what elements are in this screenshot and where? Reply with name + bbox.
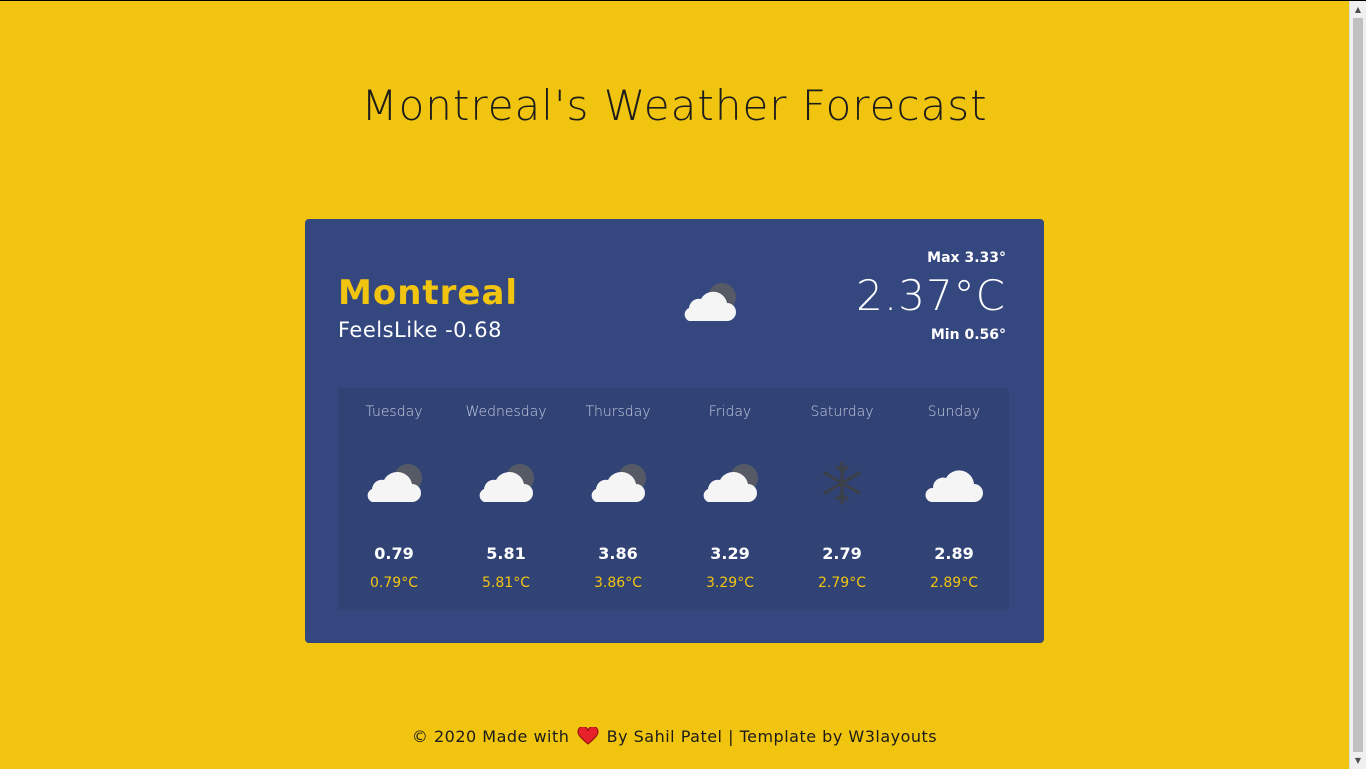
- footer: © 2020 Made with By Sahil Patel | Templa…: [0, 727, 1349, 746]
- footer-text-before: © 2020 Made with: [411, 727, 570, 746]
- day-temp: 0.79°C: [370, 575, 418, 591]
- day-temp: 3.86°C: [594, 575, 642, 591]
- scroll-up-icon[interactable]: ▲: [1350, 1, 1366, 18]
- day-name: Sunday: [927, 404, 981, 420]
- current-temp: 2.37°C: [856, 271, 1006, 320]
- day-value: 2.79: [822, 544, 862, 563]
- max-temp: Max 3.33°: [927, 250, 1006, 266]
- day-name: Tuesday: [365, 404, 423, 420]
- day-name: Wednesday: [465, 404, 547, 420]
- page: Montreal's Weather Forecast Montreal Fee…: [0, 1, 1349, 769]
- partly-cloudy-night-icon: [684, 283, 736, 321]
- day-temp: 5.81°C: [482, 575, 530, 591]
- day-value: 2.89: [934, 544, 974, 563]
- partly-cloudy-night-icon: [703, 464, 758, 502]
- day-value: 0.79: [374, 544, 414, 563]
- page-title: Montreal's Weather Forecast: [361, 81, 988, 130]
- snowflake-icon: [823, 461, 861, 505]
- weather-card: Montreal FeelsLike -0.68 Max 3.33° 2.37°…: [305, 219, 1044, 643]
- cloud-icon: [925, 470, 983, 502]
- day-value: 5.81: [486, 544, 526, 563]
- partly-cloudy-night-icon: [479, 464, 534, 502]
- day-name: Friday: [708, 404, 752, 420]
- vertical-scrollbar[interactable]: ▲ ▼: [1349, 1, 1366, 769]
- scrollbar-thumb[interactable]: [1353, 18, 1363, 752]
- day-temp: 2.89°C: [930, 575, 978, 591]
- city-name: Montreal: [338, 273, 519, 313]
- day-temp: 3.29°C: [706, 575, 754, 591]
- day-temp: 2.79°C: [818, 575, 866, 591]
- scroll-down-icon[interactable]: ▼: [1350, 752, 1366, 769]
- min-temp: Min 0.56°: [930, 327, 1006, 343]
- heart-icon: [577, 727, 599, 745]
- day-value: 3.29: [710, 544, 750, 563]
- footer-text-after: By Sahil Patel | Template by W3layouts: [606, 727, 938, 746]
- day-name: Saturday: [810, 404, 874, 420]
- partly-cloudy-night-icon: [591, 464, 646, 502]
- day-name: Thursday: [585, 404, 651, 420]
- feels-like: FeelsLike -0.68: [338, 318, 502, 342]
- forecast-panel: Tuesday 0.79 0.79°C Wednesday 5.81 5.81°…: [338, 388, 1009, 610]
- partly-cloudy-night-icon: [367, 464, 422, 502]
- day-value: 3.86: [598, 544, 638, 563]
